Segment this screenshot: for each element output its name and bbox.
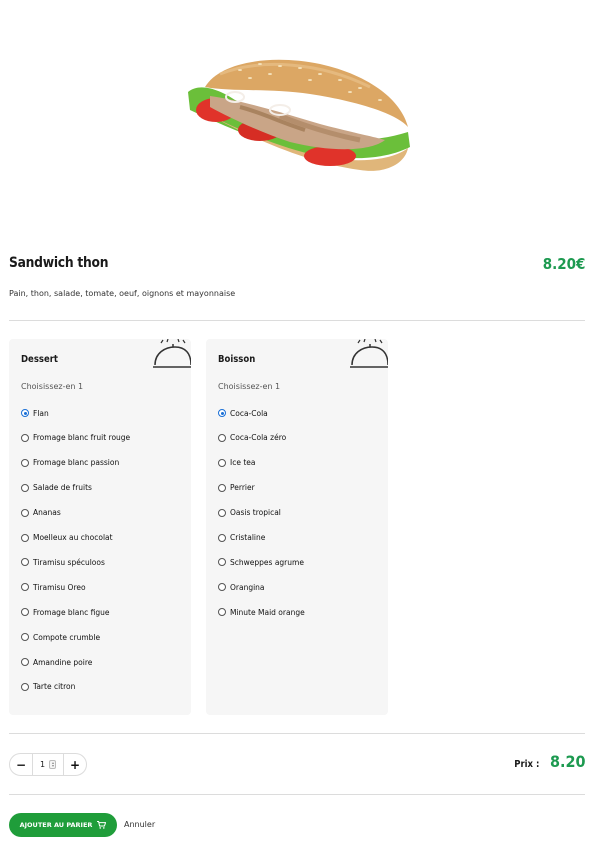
dessert-option[interactable]: Fromage blanc fruit rouge [21, 432, 130, 444]
dessert-option[interactable]: Tiramisu Oreo [21, 581, 86, 593]
dessert-option[interactable]: Amandine poire [21, 656, 92, 668]
dessert-option[interactable]: Salade de fruits [21, 482, 92, 494]
boisson-title: Boisson [218, 354, 256, 365]
sandwich-image [188, 59, 410, 171]
boisson-option[interactable]: Minute Maid orange [218, 606, 305, 618]
cancel-link[interactable]: Annuler [124, 820, 155, 829]
radio-unselected[interactable] [21, 483, 29, 492]
dessert-option[interactable]: Compote crumble [21, 631, 100, 643]
boisson-option[interactable]: Cristaline [218, 532, 265, 544]
dessert-option-label: Tarte citron [33, 682, 76, 692]
boisson-option[interactable]: Ice tea [218, 457, 256, 469]
boisson-option-label: Minute Maid orange [230, 607, 305, 617]
radio-unselected[interactable] [218, 458, 226, 467]
radio-unselected[interactable] [21, 508, 29, 517]
boisson-option-label: Schweppes agrume [230, 557, 304, 567]
radio-unselected[interactable] [21, 633, 29, 642]
dessert-option[interactable]: Ananas [21, 507, 61, 519]
total-price: Prix : 8.20 [512, 752, 585, 771]
product-image [0, 0, 595, 240]
boisson-option[interactable]: Oasis tropical [218, 507, 281, 519]
quantity-stepper: − 1 + [9, 753, 87, 776]
dessert-option[interactable]: Fromage blanc passion [21, 457, 119, 469]
dessert-option[interactable]: Tarte citron [21, 681, 75, 693]
dessert-option-label: Compote crumble [33, 632, 101, 642]
dessert-option-label: Fromage blanc figue [33, 607, 110, 617]
boisson-option-label: Coca-Cola [230, 408, 268, 418]
divider [9, 794, 585, 795]
product-title: Sandwich thon [9, 255, 109, 271]
dessert-option-label: Ananas [33, 508, 61, 518]
total-label: Prix : [514, 759, 540, 770]
radio-unselected[interactable] [21, 458, 29, 467]
radio-unselected[interactable] [21, 558, 29, 567]
cloche-icon [350, 339, 388, 368]
dessert-option[interactable]: Flan [21, 407, 49, 419]
boisson-option-label: Orangina [230, 582, 265, 592]
dessert-option-label: Amandine poire [33, 657, 93, 667]
dessert-option-label: Moelleux au chocolat [33, 533, 113, 542]
product-description: Pain, thon, salade, tomate, oeuf, oignon… [9, 289, 236, 298]
cart-icon [97, 821, 107, 829]
boisson-option-label: Perrier [230, 483, 255, 493]
quantity-input[interactable]: 1 [32, 753, 64, 776]
boisson-option-label: Oasis tropical [230, 508, 281, 518]
add-to-cart-button[interactable]: AJOUTER AU PARIER [9, 813, 117, 837]
dessert-option-label: Flan [33, 408, 49, 418]
boisson-option-label: Ice tea [230, 458, 256, 468]
radio-unselected[interactable] [21, 658, 29, 666]
radio-selected[interactable] [21, 409, 29, 417]
boisson-instruction: Choisissez-en 1 [218, 382, 281, 391]
dessert-option[interactable]: Tiramisu spéculoos [21, 556, 105, 568]
dessert-option-label: Fromage blanc fruit rouge [33, 433, 131, 443]
boisson-option[interactable]: Schweppes agrume [218, 556, 304, 568]
boisson-option-label: Coca-Cola zéro [230, 433, 287, 443]
radio-unselected[interactable] [218, 533, 226, 542]
dessert-option-label: Tiramisu Oreo [33, 582, 86, 592]
divider [9, 320, 585, 321]
cloche-icon [153, 339, 191, 368]
boisson-option[interactable]: Perrier [218, 482, 255, 494]
radio-unselected[interactable] [21, 682, 29, 691]
radio-unselected[interactable] [21, 608, 29, 617]
dessert-option-label: Tiramisu spéculoos [33, 557, 105, 567]
radio-unselected[interactable] [21, 533, 29, 542]
quantity-value: 1 [39, 760, 46, 769]
total-value: 8.20 [549, 752, 585, 771]
decrease-button[interactable]: − [10, 758, 32, 772]
radio-unselected[interactable] [218, 483, 226, 492]
dessert-option[interactable]: Moelleux au chocolat [21, 532, 113, 544]
product-price: 8.20€ [542, 255, 585, 273]
boisson-option[interactable]: Orangina [218, 581, 265, 593]
spinner-icon[interactable] [49, 760, 57, 769]
dessert-option-label: Salade de fruits [33, 483, 92, 493]
radio-selected[interactable] [218, 409, 226, 417]
radio-unselected[interactable] [218, 608, 226, 617]
boisson-options-card: Boisson Choisissez-en 1 Coca-Cola Coca-Co… [206, 339, 388, 715]
radio-unselected[interactable] [21, 583, 29, 592]
boisson-option-label: Cristaline [230, 533, 266, 542]
dessert-title: Dessert [21, 354, 58, 365]
increase-button[interactable]: + [64, 758, 86, 772]
radio-unselected[interactable] [218, 558, 226, 567]
radio-unselected[interactable] [21, 433, 29, 442]
dessert-option-label: Fromage blanc passion [33, 458, 120, 468]
divider [9, 733, 585, 734]
radio-unselected[interactable] [218, 508, 226, 517]
add-to-cart-label: AJOUTER AU PARIER [19, 821, 93, 829]
boisson-option[interactable]: Coca-Cola zéro [218, 432, 286, 444]
radio-unselected[interactable] [218, 433, 226, 442]
dessert-instruction: Choisissez-en 1 [21, 382, 84, 391]
boisson-option[interactable]: Coca-Cola [218, 407, 268, 419]
dessert-option[interactable]: Fromage blanc figue [21, 606, 110, 618]
dessert-options-card: Dessert Choisissez-en 1 Flan Fromage blan… [9, 339, 191, 715]
radio-unselected[interactable] [218, 583, 226, 592]
